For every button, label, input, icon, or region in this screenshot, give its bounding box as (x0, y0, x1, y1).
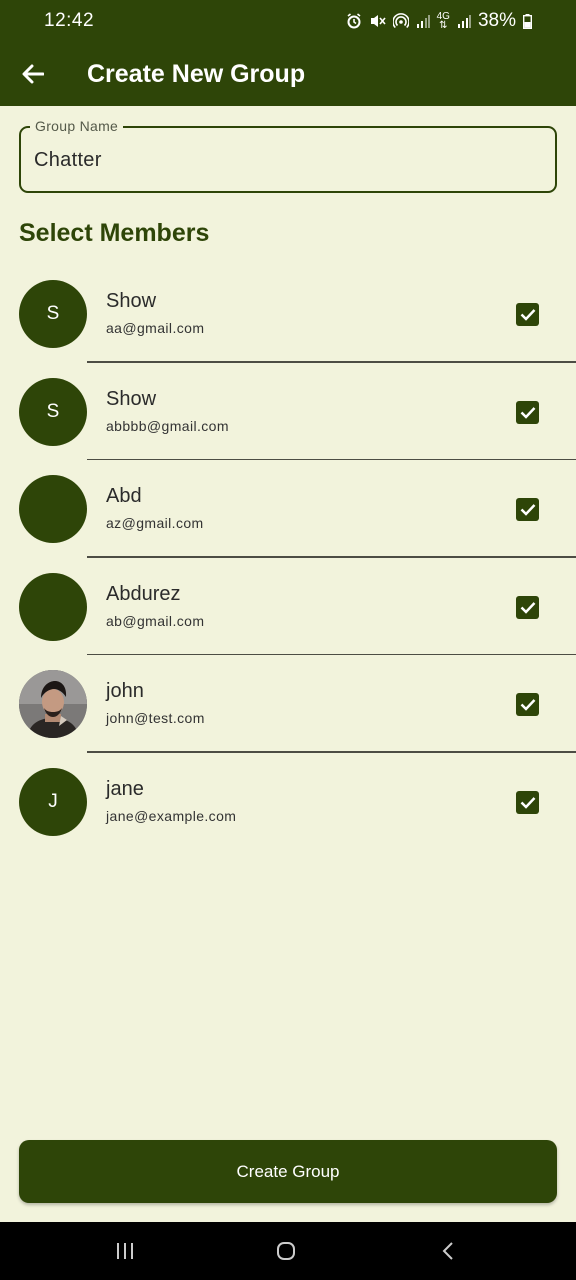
member-name: john (106, 680, 144, 703)
member-row[interactable]: Abd az@gmail.com (0, 460, 576, 558)
member-email: aa@gmail.com (106, 320, 205, 336)
recents-button[interactable] (85, 1222, 165, 1280)
member-email: john@test.com (106, 710, 205, 727)
member-checkbox[interactable] (516, 595, 539, 619)
app-bar: Create New Group (0, 42, 576, 106)
member-row[interactable]: S Show abbbb@gmail.com (0, 363, 576, 461)
avatar-initial: S (46, 303, 60, 324)
member-email: ab@gmail.com (106, 612, 205, 629)
group-name-label: Group Name (30, 118, 124, 134)
member-email: jane@example.com (106, 807, 237, 824)
member-checkbox[interactable] (516, 693, 539, 717)
member-row[interactable]: J jane jane@example.com (0, 753, 576, 851)
mute-icon (369, 13, 386, 29)
status-icons: 4G ⇅ 38% (346, 10, 532, 32)
back-button[interactable] (0, 42, 66, 106)
avatar-photo (19, 670, 87, 739)
status-bar: 12:42 4G ⇅ 38% (0, 0, 576, 42)
create-group-button[interactable]: Create Group (19, 1140, 557, 1203)
system-nav-bar (0, 1222, 576, 1280)
recents-icon (117, 1243, 133, 1259)
home-icon (277, 1242, 295, 1260)
avatar (19, 572, 87, 641)
signal-icon (457, 14, 471, 28)
member-name: Abd (106, 485, 142, 508)
member-row[interactable]: Abdurez ab@gmail.com (0, 558, 576, 656)
check-icon (520, 601, 535, 614)
nav-back-button[interactable] (408, 1222, 488, 1280)
avatar (19, 475, 87, 544)
member-name: Show (106, 387, 157, 410)
member-name: jane (106, 777, 144, 800)
group-name-input[interactable]: Chatter (34, 149, 102, 172)
profile-photo (19, 670, 87, 739)
signal-icon (416, 14, 430, 28)
group-name-field[interactable]: Group Name Chatter (19, 118, 557, 193)
check-icon (520, 797, 535, 809)
check-icon (520, 309, 535, 321)
back-icon (442, 1242, 453, 1260)
avatar-initial: S (46, 400, 60, 422)
member-row[interactable]: S Show aa@gmail.com (0, 265, 576, 363)
avatar-initial: J (48, 790, 58, 812)
battery-icon (523, 13, 532, 29)
member-name: Abdurez (106, 582, 181, 605)
alarm-icon (346, 13, 362, 29)
avatar: S (19, 377, 87, 446)
member-checkbox[interactable] (516, 498, 539, 522)
member-checkbox[interactable] (516, 303, 539, 326)
4g-icon: 4G ⇅ (436, 11, 450, 31)
member-checkbox[interactable] (516, 790, 539, 814)
check-icon (520, 699, 535, 712)
avatar: J (19, 767, 87, 836)
page-title: Create New Group (87, 59, 306, 88)
member-checkbox[interactable] (516, 400, 539, 424)
app-screen: 12:42 4G ⇅ 38% Create New Group Group Na… (0, 0, 576, 1280)
member-email: abbbb@gmail.com (106, 417, 229, 434)
member-email: az@gmail.com (106, 515, 204, 532)
section-title: Select Members (19, 219, 210, 247)
status-time: 12:42 (44, 10, 95, 31)
member-name: Show (106, 290, 157, 312)
battery-percentage: 38% (477, 10, 516, 31)
arrow-left-icon (22, 64, 44, 84)
check-icon (520, 406, 535, 419)
check-icon (520, 504, 535, 516)
member-row[interactable]: john john@test.com (0, 655, 576, 753)
hotspot-icon (392, 13, 409, 29)
avatar: S (19, 280, 87, 348)
member-list: S Show aa@gmail.com S Show abbbb@gmail.c… (0, 265, 576, 851)
home-button[interactable] (246, 1222, 326, 1280)
